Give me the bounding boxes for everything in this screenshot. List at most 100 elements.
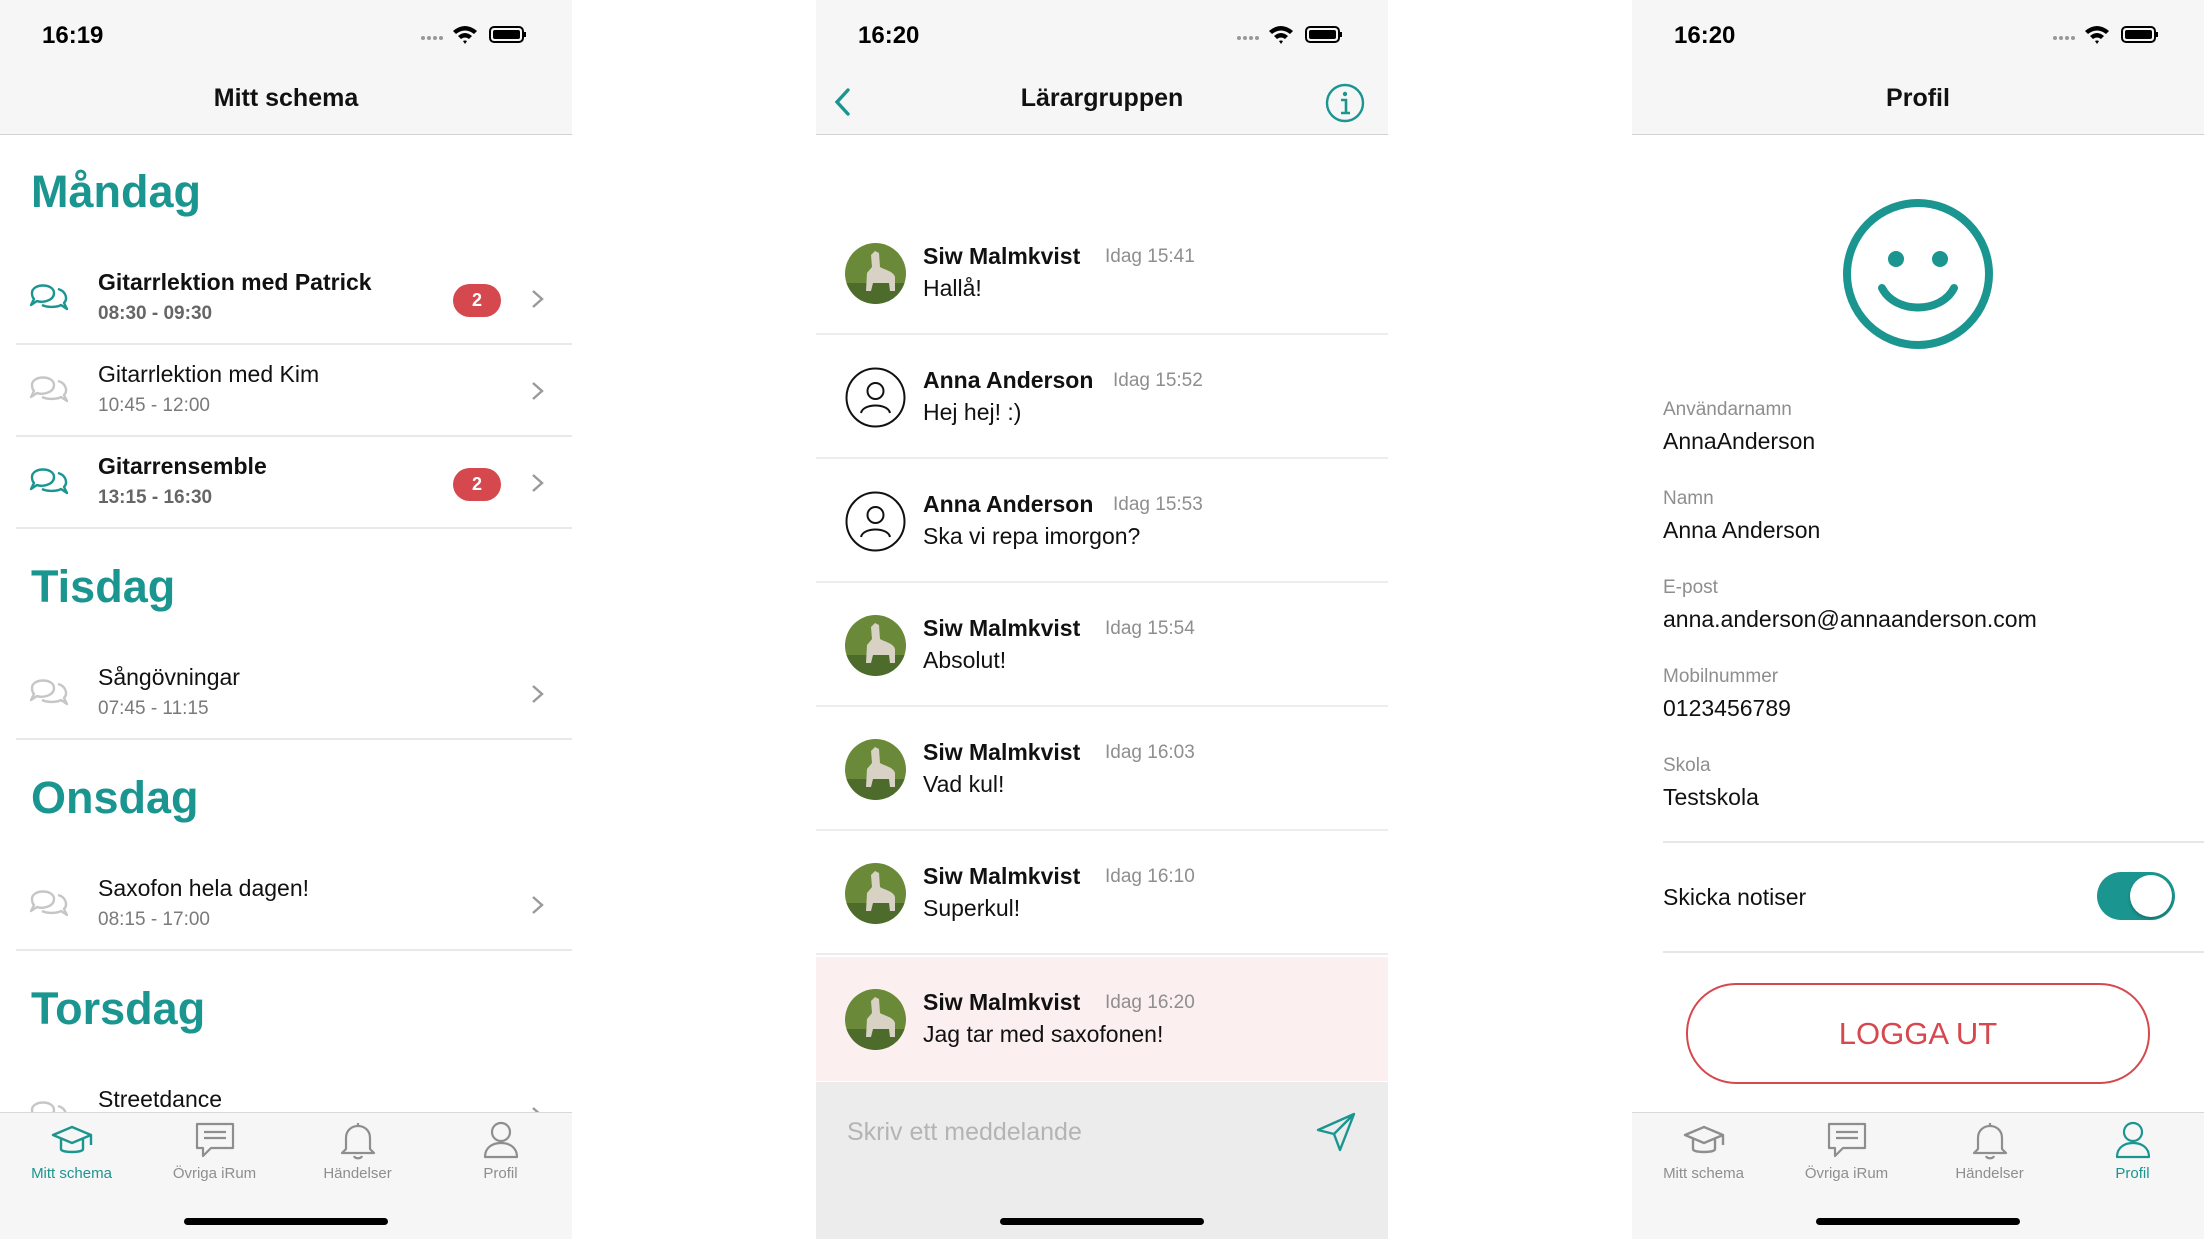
- message-text: Hej hej! :): [923, 399, 1022, 425]
- event-time: 10:45 - 12:00: [98, 395, 210, 416]
- event-time: 13:15 - 16:30: [98, 487, 213, 508]
- event-title: Gitarrensemble: [98, 453, 267, 479]
- chat-bubbles-icon: [29, 890, 69, 917]
- message-text: Superkul!: [923, 895, 1021, 921]
- field-value: AnnaAnderson: [1663, 428, 1816, 454]
- chat-message[interactable]: Siw Malmkvist Idag 16:03 Vad kul!: [816, 707, 1388, 831]
- sender-name: Siw Malmkvist: [923, 243, 1081, 269]
- tab-label: Händelser: [1955, 1165, 2024, 1182]
- message-time: Idag 16:03: [1105, 742, 1195, 763]
- list-item[interactable]: Sångövningar 07:45 - 11:15: [16, 648, 572, 740]
- chat-bubbles-icon: [29, 284, 69, 311]
- status-icons: [2053, 26, 2158, 44]
- status-icons: [1237, 26, 1342, 44]
- chat-screen: 16:20 Lärargruppen Siw Malmkvist Idag 15…: [816, 0, 1388, 1239]
- chat-bubbles-icon: [29, 679, 69, 706]
- sender-name: Siw Malmkvist: [923, 739, 1081, 765]
- chat-message[interactable]: Anna Anderson Idag 15:52 Hej hej! :): [816, 335, 1388, 459]
- event-time: 08:15 - 17:00: [98, 909, 210, 930]
- status-icons: [421, 26, 526, 44]
- field-label: Användarnamn: [1663, 399, 1792, 420]
- chat-message[interactable]: Siw Malmkvist Idag 15:41 Hallå!: [816, 211, 1388, 335]
- status-time: 16:20: [1674, 22, 1736, 49]
- list-item[interactable]: Gitarrlektion med Patrick 08:30 - 09:30 …: [16, 253, 572, 345]
- tab-label: Händelser: [323, 1165, 392, 1182]
- toggle-knob: [2130, 875, 2172, 917]
- chevron-right-icon: [532, 290, 544, 308]
- chat-message[interactable]: Siw Malmkvist Idag 15:54 Absolut!: [816, 583, 1388, 707]
- schedule-screen: 16:19 Mitt schema Måndag Gitarrlektion m…: [0, 0, 572, 1239]
- list-item[interactable]: Saxofon hela dagen! 08:15 - 17:00: [16, 859, 572, 951]
- home-indicator[interactable]: [1000, 1218, 1204, 1225]
- sender-name: Anna Anderson: [923, 491, 1094, 517]
- list-item[interactable]: Gitarrlektion med Kim 10:45 - 12:00: [16, 345, 572, 437]
- day-heading-monday: Måndag: [31, 166, 202, 217]
- day-heading-thursday: Torsdag: [31, 983, 206, 1034]
- chat-bubbles-icon: [29, 376, 69, 403]
- page-title: Mitt schema: [213, 84, 359, 112]
- message-time: Idag 16:10: [1105, 866, 1195, 887]
- nav-bar: Lärargruppen: [816, 70, 1388, 135]
- event-title: Saxofon hela dagen!: [98, 875, 310, 901]
- graduation-cap-icon: [1683, 1125, 1724, 1154]
- status-time: 16:20: [858, 22, 920, 49]
- tab-profil[interactable]: Profil: [429, 1113, 572, 1193]
- list-item[interactable]: Gitarrensemble 13:15 - 16:30 2: [16, 437, 572, 529]
- message-input[interactable]: Skriv ett meddelande: [847, 1118, 1082, 1147]
- logout-button[interactable]: LOGGA UT: [1686, 983, 2150, 1084]
- chevron-right-icon: [532, 382, 544, 400]
- event-title: Sångövningar: [98, 664, 240, 690]
- chat-bubbles-icon: [29, 468, 69, 495]
- field-label: Namn: [1663, 488, 1714, 509]
- field-value: Anna Anderson: [1663, 517, 1821, 543]
- chat-bubble-icon: [1827, 1122, 1866, 1158]
- home-indicator[interactable]: [184, 1218, 388, 1225]
- message-time: Idag 15:53: [1113, 494, 1203, 515]
- message-text: Jag tar med saxofonen!: [923, 1021, 1164, 1047]
- day-heading-wednesday: Onsdag: [31, 772, 199, 823]
- tab-bar: Mitt schema Övriga iRum Händelser Profil: [0, 1112, 572, 1239]
- person-icon: [483, 1121, 518, 1159]
- message-time: Idag 15:41: [1105, 246, 1195, 267]
- send-icon[interactable]: [1314, 1110, 1358, 1154]
- chat-message[interactable]: Anna Anderson Idag 15:53 Ska vi repa imo…: [816, 459, 1388, 583]
- person-icon: [2115, 1121, 2150, 1159]
- avatar-llama-photo: [845, 615, 906, 676]
- tab-mitt-schema[interactable]: Mitt schema: [1632, 1113, 1775, 1193]
- chevron-right-icon: [532, 896, 544, 914]
- chat-bubble-icon: [195, 1122, 234, 1158]
- sender-name: Siw Malmkvist: [923, 863, 1081, 889]
- chat-message[interactable]: Siw Malmkvist Idag 16:10 Superkul!: [816, 831, 1388, 955]
- status-bar: 16:19: [0, 0, 572, 70]
- chevron-right-icon: [532, 685, 544, 703]
- status-bar: 16:20: [816, 0, 1388, 70]
- chevron-right-icon: [532, 474, 544, 492]
- tab-ovriga-irum[interactable]: Övriga iRum: [143, 1113, 286, 1193]
- nav-bar: Mitt schema: [0, 70, 572, 135]
- field-label: Mobilnummer: [1663, 666, 1779, 687]
- chat-message-highlighted[interactable]: Siw Malmkvist Idag 16:20 Jag tar med sax…: [816, 957, 1388, 1081]
- sender-name: Anna Anderson: [923, 367, 1094, 393]
- tab-ovriga-irum[interactable]: Övriga iRum: [1775, 1113, 1918, 1193]
- event-title: Streetdance: [98, 1086, 223, 1112]
- tab-handelser[interactable]: Händelser: [1918, 1113, 2061, 1193]
- info-icon[interactable]: [1324, 82, 1366, 124]
- sender-name: Siw Malmkvist: [923, 615, 1081, 641]
- status-time: 16:19: [42, 22, 104, 49]
- tab-handelser[interactable]: Händelser: [286, 1113, 429, 1193]
- message-text: Hallå!: [923, 275, 982, 301]
- notifications-toggle[interactable]: [2097, 872, 2175, 920]
- nav-bar: Profil: [1632, 70, 2204, 135]
- field-label: E-post: [1663, 577, 1718, 598]
- tab-label: Övriga iRum: [172, 1165, 257, 1182]
- profile-screen: 16:20 Profil Användarnamn AnnaAnderson N…: [1632, 0, 2204, 1239]
- tab-profil[interactable]: Profil: [2061, 1113, 2204, 1193]
- tab-label: Profil: [483, 1165, 518, 1182]
- event-title: Gitarrlektion med Patrick: [98, 269, 372, 295]
- avatar-llama-photo: [845, 739, 906, 800]
- message-composer: Skriv ett meddelande: [816, 1082, 1388, 1239]
- event-title: Gitarrlektion med Kim: [98, 361, 320, 387]
- tab-label: Övriga iRum: [1804, 1165, 1889, 1182]
- tab-mitt-schema[interactable]: Mitt schema: [0, 1113, 143, 1193]
- home-indicator[interactable]: [1816, 1218, 2020, 1225]
